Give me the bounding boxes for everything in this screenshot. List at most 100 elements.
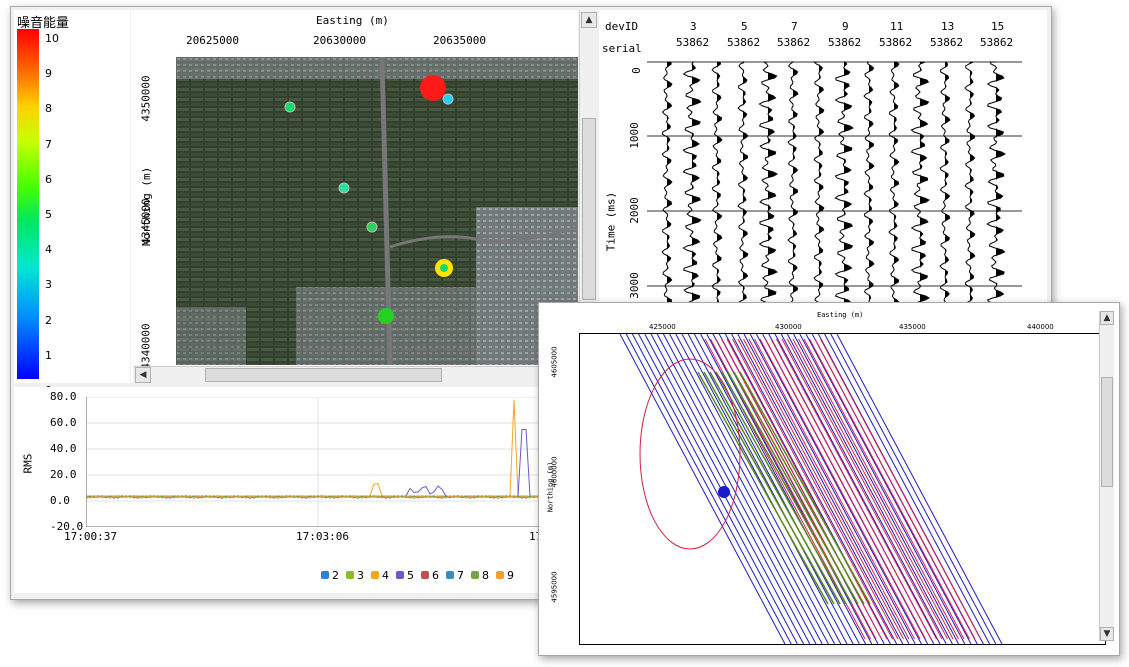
source-line [787,338,948,640]
scroll-up-icon[interactable]: ▲ [581,12,597,28]
serial-label: serial [602,42,642,55]
map-xtick: 20635000 [433,34,486,47]
devid-value: 9 [842,20,849,33]
survey-xtick: 440000 [1027,323,1054,331]
seismic-traces[interactable] [647,60,1022,306]
rms-xtick: 17:03:06 [296,530,349,543]
serial-value: 53862 [676,36,710,49]
devid-value: 3 [690,20,697,33]
serial-value: 53862 [727,36,761,49]
satellite-map[interactable] [176,57,578,365]
source-line [726,338,888,640]
legend-swatch-icon [396,571,404,579]
source-line [737,338,899,640]
receiver-line [731,334,898,644]
legend-label: 4 [382,568,389,582]
legend-swatch-icon [371,571,379,579]
survey-layout-window: Easting (m) 425000 430000 435000 440000 Nor… [538,302,1120,656]
receiver-line [656,334,823,644]
rms-ytick: 0.0 [50,494,70,507]
time-tick: 1000 [627,122,641,149]
rms-legend-item[interactable]: 6 [421,569,439,582]
seismic-trace [787,61,799,306]
legend-label: 7 [457,568,464,582]
legend-swatch-icon [446,571,454,579]
survey-scroll-up-icon[interactable]: ▲ [1100,311,1114,325]
colorbar-gradient [17,29,39,379]
survey-scroll-down-icon[interactable]: ▼ [1100,627,1114,641]
rms-xtick: 17:00:37 [64,530,117,543]
colorbar-tick: 8 [45,102,52,116]
map-ytick: 4340000 [139,323,153,370]
legend-label: 8 [482,568,489,582]
legend-label: 9 [507,568,514,582]
rms-legend-item[interactable]: 7 [446,569,464,582]
rms-series-line [86,429,555,499]
map-xtick: 20625000 [186,34,239,47]
colorbar-tick: 5 [45,208,52,221]
noise-marker [420,75,446,101]
survey-scroll-thumb[interactable] [1101,377,1113,487]
seismic-trace [737,61,749,306]
survey-ytick: 4595000 [550,571,559,603]
map-scroll-thumb[interactable] [205,368,442,382]
seismic-panel: devID serial 3 53862 5 53862 7 53862 9 53862 11 5… [599,10,1047,306]
legend-swatch-icon [346,571,354,579]
devid-value: 13 [941,20,955,33]
rms-legend-item[interactable]: 3 [346,569,364,582]
seismic-trace [910,61,931,306]
source-line [732,338,893,640]
rms-legend-item[interactable]: 5 [396,569,414,582]
noise-marker [284,101,296,113]
map-hscrollbar[interactable]: ◀ [133,366,578,383]
colorbar-tick: 3 [45,278,52,292]
map-xlabel: Easting (m) [316,14,389,27]
legend-swatch-icon [471,571,479,579]
noise-marker [366,221,378,233]
receiver-line [675,334,842,644]
time-tick: 2000 [627,197,641,224]
seismic-trace [812,61,825,306]
survey-xtick: 430000 [775,323,802,331]
serial-value: 53862 [980,36,1014,49]
serial-value: 53862 [930,36,964,49]
receiver-line [706,334,873,644]
map-xtick: 20630000 [313,34,366,47]
source-line [809,338,970,640]
colorbar-tick: 9 [45,67,52,81]
rms-legend-item[interactable]: 9 [496,569,514,582]
devid-value: 11 [890,20,904,33]
survey-xtick: 435000 [899,323,926,331]
scroll-left-icon[interactable]: ◀ [135,367,151,383]
rms-legend-item[interactable]: 2 [321,569,339,582]
rms-legend-item[interactable]: 8 [471,569,489,582]
station-marker [718,486,730,498]
colorbar-tick: 7 [45,137,52,151]
source-line [776,338,937,640]
rms-ytick: 80.0 [50,390,77,403]
survey-xtick: 425000 [649,323,676,331]
survey-vscrollbar[interactable]: ▲ ▼ [1099,311,1114,641]
survey-xlabel: Easting (m) [817,311,864,319]
survey-ytick: 4600000 [550,456,559,488]
serial-value: 53862 [777,36,811,49]
noise-marker-center [440,264,448,272]
source-line [743,338,904,640]
colorbar-tick: 4 [45,243,52,257]
devid-label: devID [605,20,639,33]
serial-value: 53862 [828,36,862,49]
legend-swatch-icon [321,571,329,579]
legend-label: 6 [432,568,439,582]
vscroll-thumb[interactable] [582,118,596,300]
rms-ytick: 60.0 [50,416,77,429]
legend-label: 2 [332,568,339,582]
time-tick: 3000 [627,272,641,299]
source-line [792,338,954,640]
devid-value: 15 [991,20,1005,33]
rms-legend-item[interactable]: 4 [371,569,389,582]
survey-layout-plot[interactable] [579,333,1106,645]
map-panel: Easting (m) 20625000 20630000 20635000 Nor… [131,10,578,383]
trace-fill [920,62,929,306]
legend-swatch-icon [496,571,504,579]
seismic-trace [682,61,702,306]
